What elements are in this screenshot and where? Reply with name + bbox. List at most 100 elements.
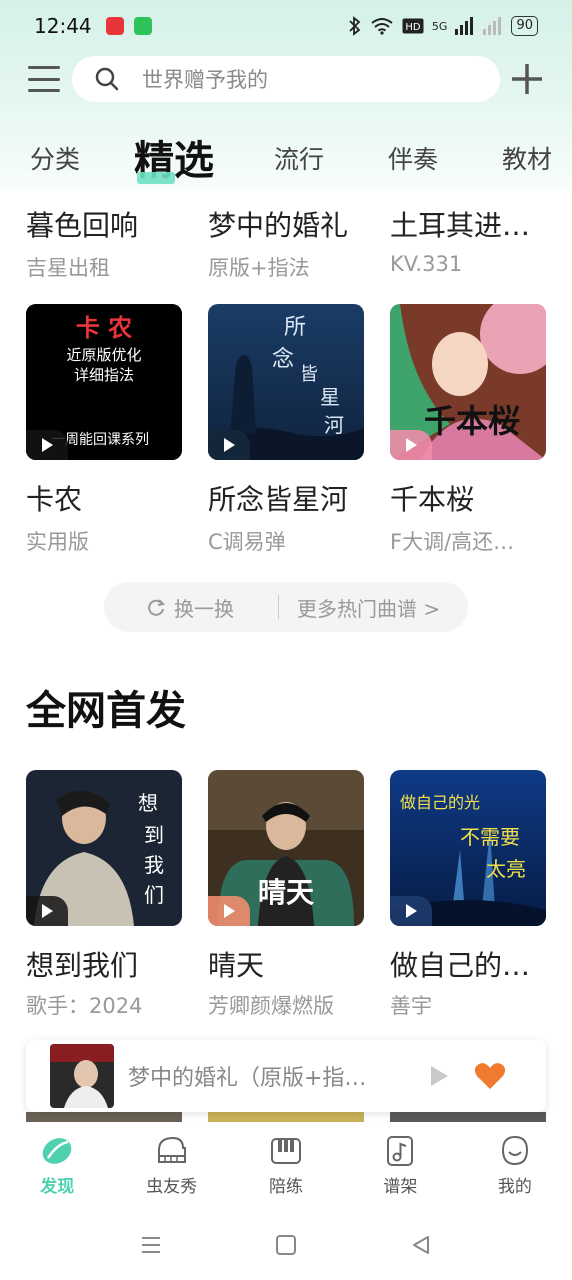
- play-icon: [406, 904, 417, 918]
- notification-app-icon: [105, 17, 124, 35]
- nav-profile[interactable]: 我的: [458, 1124, 572, 1214]
- refresh-icon: [148, 599, 166, 616]
- song-subtitle: KV.331: [390, 252, 463, 276]
- bluetooth-icon: [349, 16, 361, 36]
- nav-discover[interactable]: 发现: [0, 1124, 114, 1214]
- song-subtitle: F大调/高还…: [390, 530, 515, 554]
- nav-score-shelf[interactable]: 谱架: [343, 1124, 457, 1214]
- song-title[interactable]: 晴天: [208, 944, 366, 984]
- play-badge[interactable]: [26, 430, 68, 460]
- wifi-icon: [371, 18, 393, 35]
- mini-player-thumbnail: [50, 1044, 114, 1108]
- cover-char: 所: [284, 315, 306, 340]
- cover-title-text: 卡 农: [76, 314, 132, 342]
- swap-button[interactable]: 换一换: [146, 593, 234, 622]
- tab-category[interactable]: 分类: [30, 140, 80, 176]
- cover-char: 河: [324, 413, 344, 437]
- song-subtitle: 歌手：2024: [26, 994, 143, 1018]
- nav-label: 谱架: [383, 1177, 418, 1197]
- menu-icon[interactable]: [28, 64, 60, 94]
- cover-title-text: 晴天: [258, 876, 314, 909]
- next-row-peek: [26, 1112, 546, 1122]
- nav-friends-show[interactable]: 虫友秀: [114, 1124, 228, 1214]
- status-time: 12:44: [34, 14, 92, 38]
- cover-char: 念: [272, 347, 294, 372]
- play-icon[interactable]: [428, 1064, 450, 1088]
- music-note-icon: [387, 1136, 414, 1166]
- battery-indicator: 90: [511, 16, 538, 36]
- tab-accompaniment[interactable]: 伴奏: [388, 140, 438, 176]
- heart-icon[interactable]: [474, 1062, 506, 1090]
- cover-char: 们: [144, 883, 164, 907]
- keyboard-icon: [271, 1138, 302, 1164]
- cover-line-text: 详细指法: [74, 366, 134, 384]
- play-badge[interactable]: [390, 896, 432, 926]
- tab-textbook[interactable]: 教材: [502, 140, 552, 176]
- song-subtitle: 善宇: [390, 994, 432, 1018]
- cover-char: 皆: [300, 364, 318, 385]
- message-app-icon: [133, 17, 152, 35]
- play-badge[interactable]: [208, 896, 250, 926]
- search-icon: [95, 67, 119, 91]
- active-tab-indicator: [137, 172, 175, 184]
- status-bar: 12:44 HD 5G 90: [0, 0, 572, 52]
- nav-practice[interactable]: 陪练: [229, 1124, 343, 1214]
- song-subtitle: 芳卿颜爆燃版: [208, 994, 334, 1018]
- section-title: 全网首发: [26, 688, 186, 734]
- search-input[interactable]: 世界赠予我的: [72, 56, 500, 102]
- hd-icon: HD: [402, 18, 424, 34]
- play-icon: [42, 904, 53, 918]
- piano-icon: [157, 1136, 186, 1163]
- song-title[interactable]: 土耳其进…: [390, 204, 548, 244]
- discover-icon: [42, 1138, 72, 1164]
- song-subtitle: 吉星出租: [26, 256, 110, 280]
- divider: [278, 595, 279, 619]
- signal-icon: [455, 17, 474, 35]
- search-placeholder: 世界赠予我的: [142, 68, 268, 92]
- song-title[interactable]: 卡农: [26, 478, 184, 518]
- song-card-senbonzakura[interactable]: 千本桜: [390, 304, 546, 460]
- song-title[interactable]: 做自己的…: [390, 944, 548, 984]
- face-icon: [501, 1135, 528, 1166]
- signal-weak-icon: [483, 17, 502, 35]
- song-card-canon[interactable]: 卡 农 近原版优化 详细指法 一周能回课系列: [26, 304, 182, 460]
- nav-label: 虫友秀: [146, 1177, 198, 1197]
- song-card-stars[interactable]: 所 念 皆 星 河: [208, 304, 364, 460]
- back-icon[interactable]: [410, 1234, 432, 1256]
- song-card-sunny-day[interactable]: 晴天: [208, 770, 364, 926]
- cover-char: 到: [144, 823, 164, 847]
- play-icon: [224, 438, 235, 452]
- song-title[interactable]: 梦中的婚礼: [208, 204, 366, 244]
- cover-char: 星: [320, 385, 340, 409]
- recent-apps-icon[interactable]: [140, 1234, 162, 1256]
- tab-popular[interactable]: 流行: [274, 140, 324, 176]
- song-title[interactable]: 千本桜: [390, 478, 548, 518]
- category-tabs: 分类 精选 流行 伴奏 教材: [0, 128, 572, 184]
- song-title[interactable]: 暮色回响: [26, 204, 184, 244]
- nav-label: 陪练: [269, 1177, 304, 1197]
- cover-char: 想: [138, 791, 158, 815]
- home-icon[interactable]: [275, 1234, 297, 1256]
- mini-player[interactable]: 梦中的婚礼（原版+指…: [26, 1040, 546, 1112]
- swap-label: 换一换: [174, 596, 234, 621]
- song-title[interactable]: 所念皆星河: [208, 478, 366, 518]
- play-badge[interactable]: [390, 430, 432, 460]
- play-badge[interactable]: [26, 896, 68, 926]
- cover-line-text: 太亮: [486, 857, 526, 881]
- status-indicators: HD 5G 90: [348, 16, 538, 36]
- play-icon: [224, 904, 235, 918]
- song-card-thinking-of-us[interactable]: 想 到 我 们: [26, 770, 182, 926]
- song-card-be-your-light[interactable]: 做自己的光 不需要 太亮: [390, 770, 546, 926]
- cover-line-text: 近原版优化: [66, 346, 141, 364]
- refresh-bar: 换一换 更多热门曲谱 >: [104, 582, 468, 632]
- play-icon: [42, 438, 53, 452]
- more-hot-scores-link[interactable]: 更多热门曲谱 >: [297, 593, 440, 622]
- play-badge[interactable]: [208, 430, 250, 460]
- cover-line-text: 不需要: [460, 825, 520, 849]
- song-subtitle: 原版+指法: [208, 256, 310, 280]
- add-icon[interactable]: [510, 62, 544, 96]
- song-title[interactable]: 想到我们: [26, 944, 184, 984]
- cover-char: 我: [144, 853, 164, 877]
- network-label: 5G: [431, 19, 448, 33]
- system-nav-bar: [0, 1214, 572, 1280]
